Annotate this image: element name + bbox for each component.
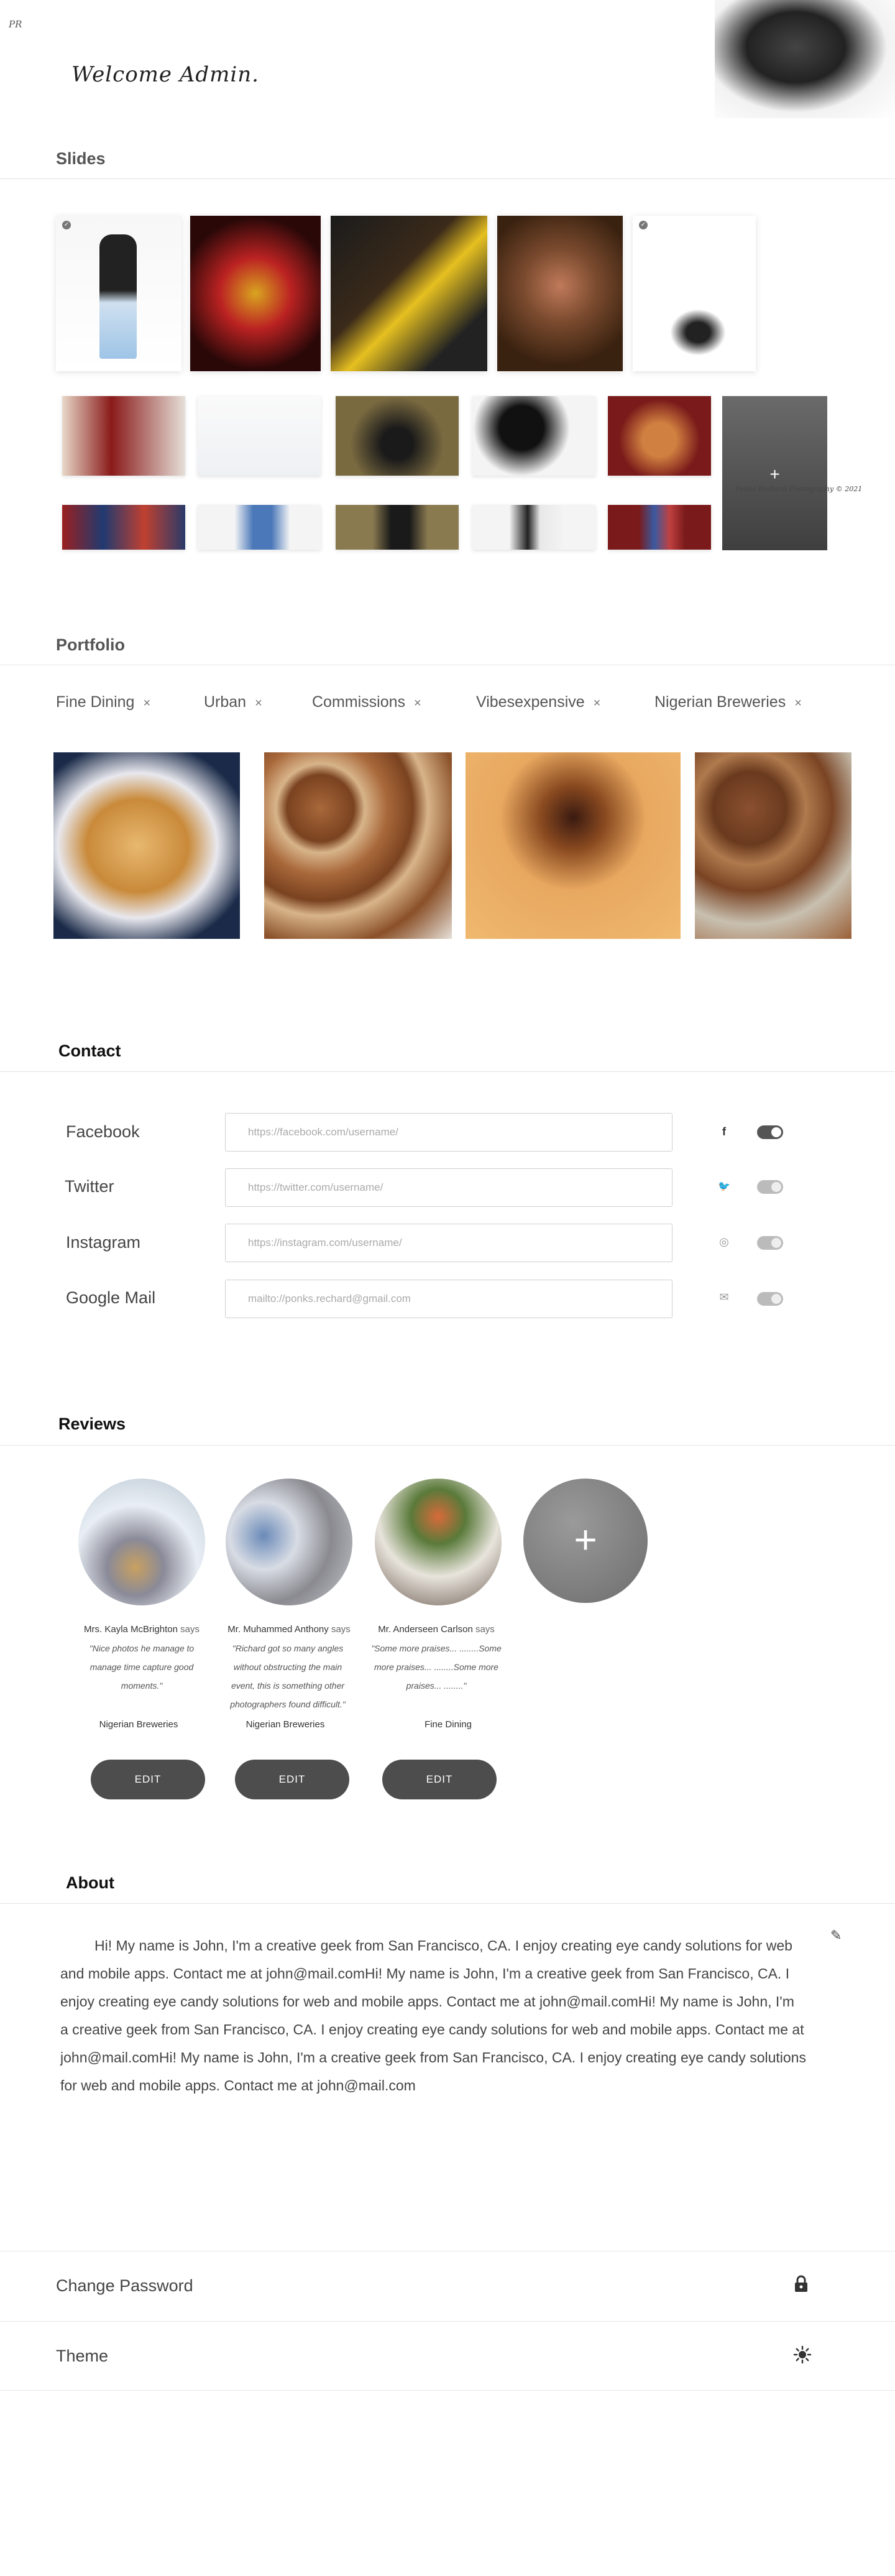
remove-tag-icon[interactable]: × [594,696,601,710]
gallery-thumb[interactable] [608,396,711,476]
gallery-thumb[interactable] [336,396,459,476]
gallery-thumb[interactable] [62,396,185,476]
instagram-icon: ◎ [719,1235,729,1248]
gallery-thumb[interactable] [336,505,459,550]
slide-2[interactable] [190,216,321,371]
portfolio-image[interactable] [695,752,851,939]
divider [0,178,895,179]
instagram-url-input[interactable]: https://instagram.com/username/ [225,1224,672,1262]
portfolio-tag[interactable]: Fine Dining × [56,693,150,711]
reviewer-avatar [78,1479,205,1605]
logo: PR [9,19,22,30]
lock-icon [793,2275,809,2297]
welcome-heading: Welcome Admin. [71,62,259,87]
portfolio-image[interactable] [264,752,452,939]
change-password-label: Change Password [56,2276,193,2295]
slides-title: Slides [56,149,106,168]
theme-label: Theme [56,2347,109,2365]
tag-label: Fine Dining [56,693,135,711]
gallery-thumb[interactable] [608,505,711,550]
slide-1[interactable]: ✓ [56,216,181,371]
instagram-label: Instagram [66,1233,141,1252]
portfolio-tag[interactable]: Nigerian Breweries × [654,693,802,711]
tag-label: Commissions [312,693,406,711]
gallery-thumb[interactable] [472,505,595,550]
twitter-icon: 🐦 [718,1181,730,1192]
google-mail-toggle[interactable] [757,1292,783,1306]
tag-label: Nigerian Breweries [654,693,786,711]
slide-5[interactable]: ✓ [633,216,756,371]
remove-tag-icon[interactable]: × [143,696,150,710]
portfolio-tag[interactable]: Commissions × [312,693,421,711]
facebook-url-input[interactable]: https://facebook.com/username/ [225,1113,672,1152]
remove-tag-icon[interactable]: × [414,696,421,710]
review-quote: "Richard got so many angles without obst… [230,1643,346,1709]
edit-pencil-icon[interactable]: ✎ [830,1927,842,1944]
twitter-url-input[interactable]: https://twitter.com/username/ [225,1168,672,1207]
review-quote: "Nice photos he manage to manage time ca… [89,1643,195,1691]
facebook-icon: f [722,1125,726,1138]
remove-tag-icon[interactable]: × [794,696,802,710]
selected-check-icon[interactable]: ✓ [62,221,71,229]
selected-check-icon[interactable]: ✓ [639,221,648,229]
divider [0,1445,895,1446]
instagram-toggle[interactable] [757,1236,783,1250]
reviewer-name: Mr. Anderseen Carlson says [378,1624,495,1635]
twitter-label: Twitter [65,1177,114,1196]
slide-3[interactable] [331,216,487,371]
sun-icon [793,2345,812,2368]
contact-title: Contact [58,1041,121,1060]
portfolio-image[interactable] [466,752,681,939]
remove-tag-icon[interactable]: × [255,696,262,710]
add-review-button[interactable]: + [523,1479,648,1603]
review-organization: Nigerian Breweries [99,1719,178,1730]
reviewer-name: Mr. Muhammed Anthony says [227,1624,351,1635]
tag-label: Vibesexpensive [476,693,585,711]
signature: Ponks Rechard Photography © 2021 [735,485,863,493]
reviewer-name: Mrs. Kayla McBrighton says [84,1624,200,1635]
edit-review-button[interactable]: EDIT [382,1760,497,1799]
facebook-toggle[interactable] [757,1125,783,1139]
edit-review-button[interactable]: EDIT [91,1760,205,1799]
google-mail-label: Google Mail [66,1288,156,1307]
gallery-thumb[interactable] [198,505,321,550]
divider [0,1071,895,1072]
reviewer-avatar [226,1479,352,1605]
review-organization: Nigerian Breweries [246,1719,325,1730]
plus-icon: + [769,464,780,484]
about-text: Hi! My name is John, I'm a creative geek… [60,1937,806,2094]
reviewer-avatar [375,1479,502,1605]
facebook-label: Facebook [66,1122,140,1141]
portfolio-tag[interactable]: Urban × [204,693,262,711]
twitter-toggle[interactable] [757,1180,783,1194]
reviews-title: Reviews [58,1415,126,1433]
google-mail-url-input[interactable]: mailto://ponks.rechard@gmail.com [225,1280,672,1318]
portfolio-tag[interactable]: Vibesexpensive × [476,693,600,711]
mail-icon: ✉ [719,1291,729,1303]
gallery-thumb[interactable] [198,396,321,476]
gallery-thumb[interactable] [62,505,185,550]
tag-label: Urban [204,693,247,711]
slide-4[interactable] [497,216,623,371]
change-password-row[interactable]: Change Password [0,2251,895,2320]
gallery-thumb[interactable] [472,396,595,476]
review-organization: Fine Dining [425,1719,472,1730]
theme-row[interactable]: Theme [0,2321,895,2391]
add-slide-button[interactable]: + [722,396,827,550]
hero-image [715,0,895,118]
portfolio-title: Portfolio [56,635,125,654]
portfolio-image[interactable] [53,752,240,939]
about-title: About [66,1873,114,1892]
divider [0,1903,895,1904]
review-quote: "Some more praises... ........Some more … [371,1643,502,1691]
edit-review-button[interactable]: EDIT [235,1760,349,1799]
